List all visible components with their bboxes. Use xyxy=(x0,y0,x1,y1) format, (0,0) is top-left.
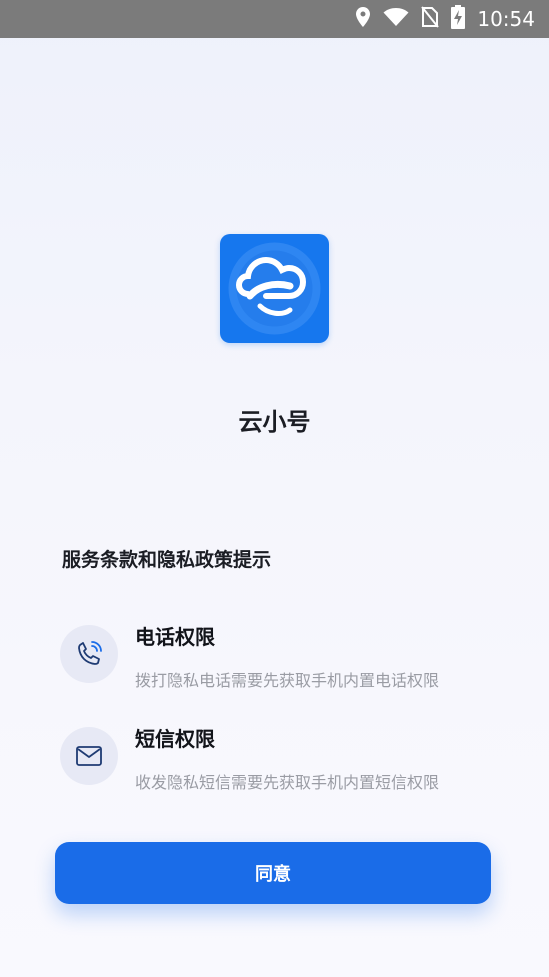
app-name: 云小号 xyxy=(238,408,311,436)
agree-button[interactable]: 同意 xyxy=(55,842,491,904)
status-bar: 10:54 xyxy=(0,0,549,38)
battery-charging-icon xyxy=(451,5,466,33)
cloud-app-icon xyxy=(220,234,329,343)
no-sim-icon xyxy=(421,6,440,32)
status-time: 10:54 xyxy=(477,7,535,31)
notice-title: 服务条款和隐私政策提示 xyxy=(62,549,272,571)
permission-description: 收发隐私短信需要先获取手机内置短信权限 xyxy=(135,773,440,792)
location-icon xyxy=(355,6,371,32)
permission-item-sms: 短信权限 收发隐私短信需要先获取手机内置短信权限 xyxy=(60,727,520,817)
permission-title: 电话权限 xyxy=(135,625,215,649)
permission-title: 短信权限 xyxy=(135,727,215,751)
wifi-icon xyxy=(383,7,409,31)
status-icons: 10:54 xyxy=(355,0,535,38)
mail-icon xyxy=(60,727,118,785)
phone-icon xyxy=(60,625,118,683)
permission-description: 拨打隐私电话需要先获取手机内置电话权限 xyxy=(135,671,440,690)
permission-item-phone: 电话权限 拨打隐私电话需要先获取手机内置电话权限 xyxy=(60,625,520,715)
